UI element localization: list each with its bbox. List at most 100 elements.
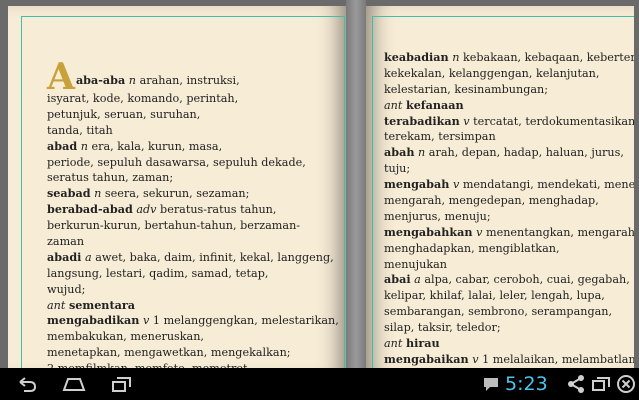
definition-text: zaman [47,235,85,249]
definition-text: terekam, tersimpan [384,130,496,144]
dictionary-line: mengabadikan v 1 melanggengkan, melestar… [47,313,339,329]
part-of-speech: adv [136,203,157,217]
definition-text: kelestarian, kesinambungan; [384,82,548,96]
close-icon[interactable] [615,374,637,394]
dictionary-line: seabad n seera, sekurun, sezaman; [47,186,339,202]
definition-text: awet, baka, daim, infinit, kekal, langge… [91,250,334,264]
headword: aba-aba [75,73,126,87]
dictionary-line: wujud; [47,282,339,298]
definition-text: seera, sekurun, sezaman; [101,187,250,201]
dictionary-line: ant kefanaan [384,98,634,114]
definition-text: arah, depan, hadap, haluan, jurus, [425,146,624,160]
definition-text: berkurun-kurun, bertahun-tahun, berzaman… [47,219,301,233]
chat-notification-icon[interactable] [480,374,502,394]
share-icon[interactable] [565,374,587,394]
back-icon[interactable] [16,374,38,394]
dictionary-line: petunjuk, seruan, suruhan, [47,107,339,123]
dictionary-line: terabadikan v tercatat, terdokumentasika… [384,114,634,130]
right-page-text: keabadian n kebakaan, kebaqaan, keberter… [384,50,634,368]
headword: abadi [47,249,82,264]
dictionary-line: membakukan, meneruskan, [47,329,339,345]
headword: terabadikan [384,113,460,128]
headword: kefanaan [405,97,464,112]
definition-text: menjurus, menuju; [384,209,491,223]
home-icon[interactable] [62,374,86,394]
definition-text: tercatat, terdokumentasikan, [469,114,634,128]
definition-text: wujud; [47,282,86,296]
definition-text: 1 melanggengkan, melestarikan, [149,314,339,328]
dictionary-line: mengarah, mengedepan, menghadap, [384,193,634,209]
dictionary-line: silap, taksir, teledor; [384,320,634,336]
headword: keabadian [384,50,449,64]
part-of-speech: n [80,139,88,153]
definition-text: kekekalan, kelanggengan, kelanjutan, [384,66,600,80]
dictionary-line: abadi a awet, baka, daim, infinit, kekal… [47,250,339,266]
dictionary-line: tanda, titah [47,123,339,139]
drop-cap: A [47,56,75,98]
headword: seabad [47,186,91,201]
recent-apps-icon[interactable] [110,374,132,394]
dictionary-line: mengabah v mendatangi, mendekati, menent… [384,177,634,193]
dictionary-line: 2 memfilmkan, memfoto, memotret [47,361,339,368]
antonym-marker: ant [47,298,66,312]
reader-screen: Aaba-aba n arahan, instruksi, isyarat, ko… [0,0,639,368]
headword: mengabadikan [47,313,140,328]
definition-text: membakukan, meneruskan, [47,330,204,344]
definition-text: menghadapkan, mengiblatkan, [384,241,560,255]
system-navigation-bar: 5:23 [0,368,639,400]
headword: abad [47,138,78,153]
part-of-speech: n [128,74,137,87]
definition-text: silap, taksir, teledor; [384,321,501,335]
dictionary-line: kelipar, khilaf, lalai, leler, lengah, l… [384,288,634,304]
definition-text: kelipar, khilaf, lalai, leler, lengah, l… [384,289,605,303]
headword: sementara [68,297,136,312]
dictionary-line: abai a alpa, cabar, ceroboh, cuai, gegab… [384,272,634,288]
headword: mengabahkan [384,224,473,239]
dictionary-line: menujukan [384,257,634,273]
clock: 5:23 [505,373,548,395]
dictionary-line: kelestarian, kesinambungan; [384,82,634,98]
definition-text: kebakaan, kebaqaan, keberterusan, [462,51,634,64]
dictionary-line: berabad-abad adv beratus-ratus tahun, [47,202,339,218]
definition-text: isyarat, kode, komando, perintah, [47,92,239,105]
book-spine [346,0,366,368]
dictionary-line: tuju; [384,161,634,177]
definition-text: petunjuk, seruan, suruhan, [47,107,201,121]
definition-text: langsung, lestari, qadim, samad, tetap, [47,266,269,280]
antonym-marker: ant [384,337,403,351]
dictionary-line: ant hirau [384,336,634,352]
dictionary-line: sembarangan, sembrono, serampangan, [384,304,634,320]
dictionary-line: mengabaikan v 1 melalaikan, melambatlamb… [384,352,634,368]
dictionary-line: abah n arah, depan, hadap, haluan, jurus… [384,145,634,161]
dictionary-line: isyarat, kode, komando, perintah, [47,91,339,107]
antonym-marker: ant [384,98,403,112]
dictionary-line: menetapkan, mengawetkan, mengekalkan; [47,345,339,361]
part-of-speech: a [84,250,92,264]
definition-text: mendatangi, mendekati, menentang, [462,178,634,192]
headword: abah [384,145,415,160]
headword: mengabah [384,177,450,192]
definition-text: menujukan [384,257,447,271]
definition-text: tuju; [384,162,411,176]
left-page[interactable]: Aaba-aba n arahan, instruksi, isyarat, ko… [8,6,346,368]
definition-text: era, kala, kurun, masa, [87,139,223,153]
window-icon[interactable] [590,374,612,394]
dictionary-line: keabadian n kebakaan, kebaqaan, keberter… [384,50,634,66]
dictionary-line: ant sementara [47,298,339,314]
dictionary-line: periode, sepuluh dasawarsa, sepuluh deka… [47,155,339,171]
definition-text: menentangkan, mengarahkan, [485,225,634,239]
definition-text: seratus tahun, zaman; [47,171,174,185]
dictionary-line: mengabahkan v menentangkan, mengarahkan, [384,225,634,241]
definition-text: alpa, cabar, ceroboh, cuai, gegabah, [420,273,630,287]
dictionary-line: zaman [47,234,339,250]
dictionary-line: kekekalan, kelanggengan, kelanjutan, [384,66,634,82]
headword: berabad-abad [47,202,133,217]
dictionary-line: terekam, tersimpan [384,129,634,145]
dictionary-line: berkurun-kurun, bertahun-tahun, berzaman… [47,218,339,234]
definition-text: menetapkan, mengawetkan, mengekalkan; [47,346,291,360]
left-page-text: Aaba-aba n arahan, instruksi, isyarat, ko… [47,59,339,368]
part-of-speech: a [414,273,421,287]
right-page[interactable]: keabadian n kebakaan, kebaqaan, keberter… [366,6,634,368]
dictionary-line: menjurus, menuju; [384,209,634,225]
definition-text: beratus-ratus tahun, [156,203,277,217]
